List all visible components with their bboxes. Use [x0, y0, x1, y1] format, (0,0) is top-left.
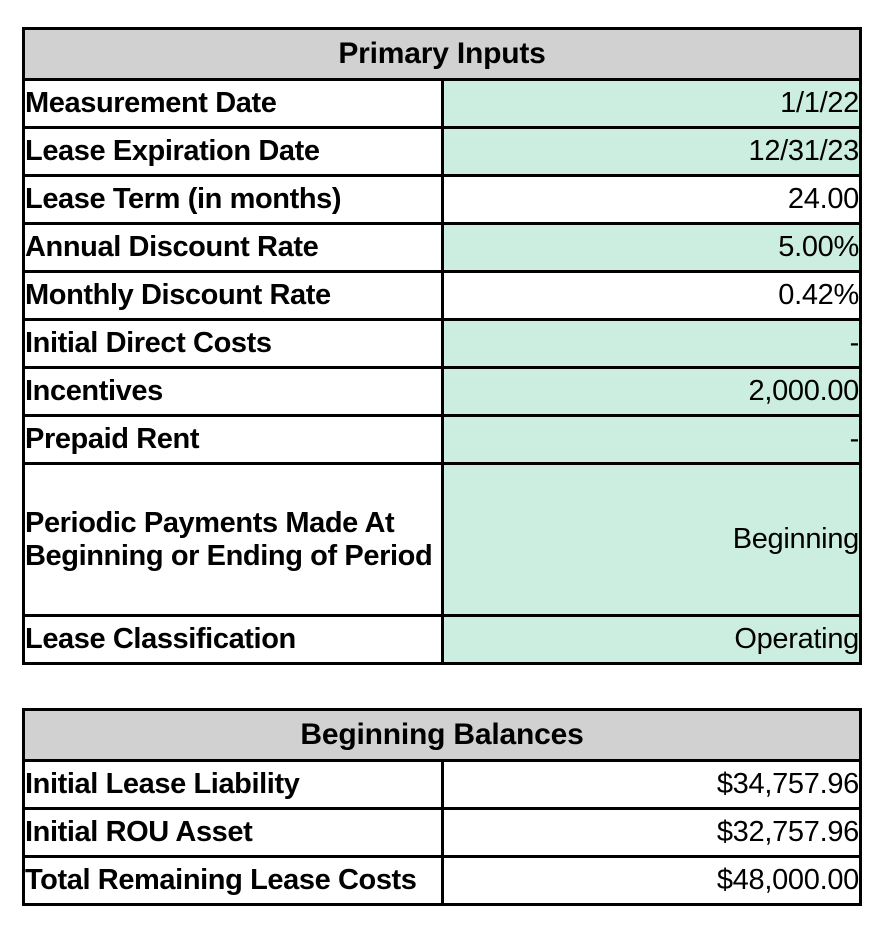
row-label-annual-discount-rate: Annual Discount Rate	[22, 222, 444, 273]
row-label-monthly-discount-rate: Monthly Discount Rate	[22, 270, 444, 321]
table-row: Lease Expiration Date 12/31/23	[22, 126, 862, 177]
beginning-balances-header-row: Beginning Balances	[22, 708, 862, 762]
row-label-periodic-payments-timing: Periodic Payments Made At Beginning or E…	[22, 462, 444, 617]
row-label-initial-lease-liability: Initial Lease Liability	[22, 759, 444, 810]
row-value-initial-direct-costs[interactable]: -	[440, 318, 862, 369]
beginning-balances-title: Beginning Balances	[22, 708, 862, 762]
table-row: Lease Classification Operating	[22, 614, 862, 665]
row-label-incentives: Incentives	[22, 366, 444, 417]
row-value-lease-term[interactable]: 24.00	[440, 174, 862, 225]
row-value-lease-classification[interactable]: Operating	[440, 614, 862, 665]
table-row: Total Remaining Lease Costs $48,000.00	[22, 855, 862, 906]
row-label-initial-rou-asset: Initial ROU Asset	[22, 807, 444, 858]
row-value-initial-lease-liability[interactable]: $34,757.96	[440, 759, 862, 810]
table-row: Prepaid Rent -	[22, 414, 862, 465]
row-label-periodic-payments-timing-line2: Beginning or Ending of Period	[25, 539, 433, 572]
table-row: Monthly Discount Rate 0.42%	[22, 270, 862, 321]
row-label-lease-term: Lease Term (in months)	[22, 174, 444, 225]
row-value-prepaid-rent[interactable]: -	[440, 414, 862, 465]
beginning-balances-body: Beginning Balances Initial Lease Liabili…	[22, 708, 862, 906]
row-value-initial-rou-asset[interactable]: $32,757.96	[440, 807, 862, 858]
table-row: Measurement Date 1/1/22	[22, 78, 862, 129]
primary-inputs-header-row: Primary Inputs	[22, 27, 862, 81]
row-value-periodic-payments-timing[interactable]: Beginning	[440, 462, 862, 617]
primary-inputs-table: Primary Inputs Measurement Date 1/1/22 L…	[22, 27, 862, 665]
row-value-monthly-discount-rate[interactable]: 0.42%	[440, 270, 862, 321]
row-value-lease-expiration-date[interactable]: 12/31/23	[440, 126, 862, 177]
row-label-total-remaining-lease-costs: Total Remaining Lease Costs	[22, 855, 444, 906]
table-row: Lease Term (in months) 24.00	[22, 174, 862, 225]
row-label-periodic-payments-timing-line1: Periodic Payments Made At	[25, 507, 395, 540]
table-row: Periodic Payments Made At Beginning or E…	[22, 462, 862, 617]
row-label-prepaid-rent: Prepaid Rent	[22, 414, 444, 465]
primary-inputs-body: Primary Inputs Measurement Date 1/1/22 L…	[22, 27, 862, 665]
row-label-lease-expiration-date: Lease Expiration Date	[22, 126, 444, 177]
table-row: Initial ROU Asset $32,757.96	[22, 807, 862, 858]
table-row: Annual Discount Rate 5.00%	[22, 222, 862, 273]
spreadsheet-canvas: Primary Inputs Measurement Date 1/1/22 L…	[0, 0, 881, 933]
row-label-lease-classification: Lease Classification	[22, 614, 444, 665]
row-value-total-remaining-lease-costs[interactable]: $48,000.00	[440, 855, 862, 906]
beginning-balances-table: Beginning Balances Initial Lease Liabili…	[22, 708, 862, 906]
row-label-measurement-date: Measurement Date	[22, 78, 444, 129]
row-value-annual-discount-rate[interactable]: 5.00%	[440, 222, 862, 273]
table-row: Initial Direct Costs -	[22, 318, 862, 369]
row-value-measurement-date[interactable]: 1/1/22	[440, 78, 862, 129]
row-value-incentives[interactable]: 2,000.00	[440, 366, 862, 417]
row-label-initial-direct-costs: Initial Direct Costs	[22, 318, 444, 369]
table-row: Incentives 2,000.00	[22, 366, 862, 417]
primary-inputs-title: Primary Inputs	[22, 27, 862, 81]
table-row: Initial Lease Liability $34,757.96	[22, 759, 862, 810]
